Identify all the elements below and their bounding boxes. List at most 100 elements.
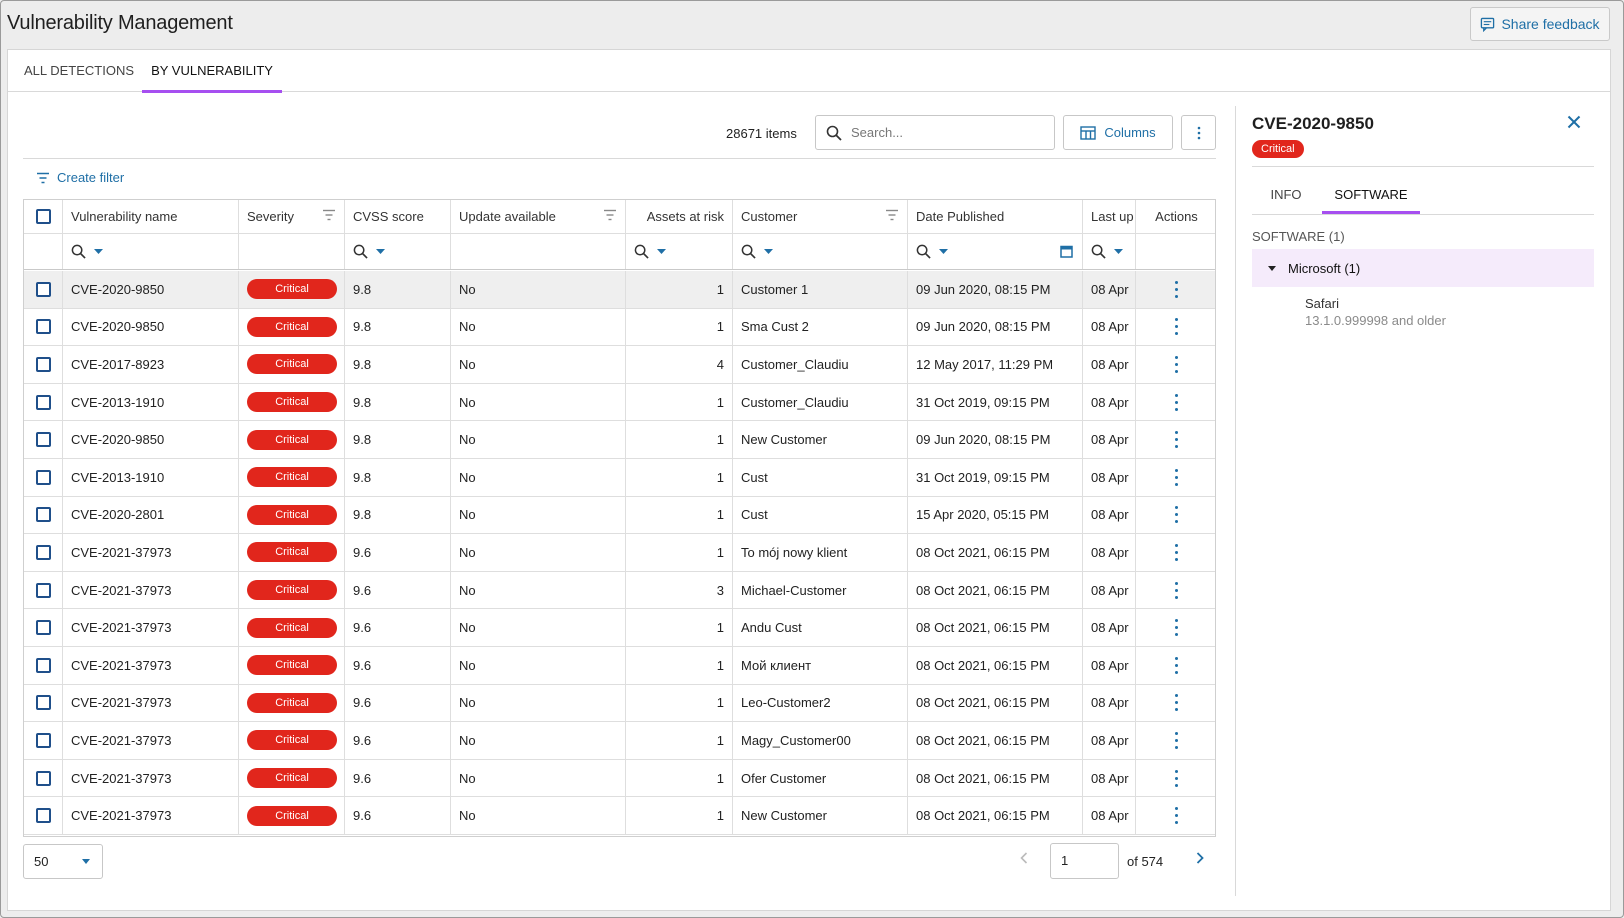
- row-checkbox[interactable]: [35, 732, 51, 748]
- column-header-cvss-score[interactable]: CVSS score: [345, 200, 451, 233]
- kebab-dot: [1175, 701, 1178, 705]
- vendor-group-row[interactable]: Microsoft (1): [1252, 249, 1594, 287]
- search-box[interactable]: [815, 115, 1055, 150]
- tab-info[interactable]: INFO: [1256, 176, 1316, 214]
- row-actions-icon[interactable]: [1175, 731, 1178, 749]
- table-row[interactable]: CVE-2021-37973 Critical 9.6 No 1 Мой клиент 08…: [24, 647, 1215, 685]
- table-row[interactable]: CVE-2020-9850 Critical 9.8 No 1 New Customer 0…: [24, 421, 1215, 459]
- calendar-icon[interactable]: [1060, 245, 1073, 258]
- table-row[interactable]: CVE-2017-8923 Critical 9.8 No 4 Customer_Clau…: [24, 346, 1215, 384]
- row-checkbox[interactable]: [35, 770, 51, 786]
- row-checkbox[interactable]: [35, 432, 51, 448]
- row-checkbox[interactable]: [35, 695, 51, 711]
- row-checkbox[interactable]: [35, 582, 51, 598]
- filter-date-published[interactable]: [908, 234, 1083, 269]
- more-options-button[interactable]: [1181, 115, 1216, 150]
- row-checkbox[interactable]: [35, 319, 51, 335]
- row-actions-icon[interactable]: [1175, 280, 1178, 298]
- row-checkbox[interactable]: [35, 469, 51, 485]
- row-actions-icon[interactable]: [1175, 769, 1178, 787]
- kebab-dot: [1175, 355, 1178, 359]
- last-updated-cell: 08 Apr: [1083, 271, 1136, 308]
- table-row[interactable]: CVE-2020-2801 Critical 9.8 No 1 Cust 15 Apr 20…: [24, 496, 1215, 535]
- update-available-cell: No: [451, 684, 626, 722]
- page-number-input[interactable]: 1: [1050, 843, 1119, 879]
- row-actions-icon[interactable]: [1175, 393, 1178, 411]
- severity-badge: Critical: [247, 316, 337, 337]
- table-row[interactable]: CVE-2020-9850 Critical 9.8 No 1 Customer 1 09 …: [24, 271, 1215, 309]
- filter-assets-at-risk[interactable]: [626, 234, 733, 269]
- table-row[interactable]: CVE-2021-37973 Critical 9.6 No 1 New Customer…: [24, 797, 1215, 835]
- share-feedback-button[interactable]: Share feedback: [1470, 7, 1610, 41]
- tab-software[interactable]: SOFTWARE: [1322, 176, 1420, 214]
- column-header-customer[interactable]: Customer: [733, 200, 908, 233]
- row-actions-icon[interactable]: [1175, 431, 1178, 449]
- tab-by-vulnerability[interactable]: BY VULNERABILITY: [142, 50, 282, 93]
- filter-cvss-score[interactable]: [345, 234, 451, 269]
- filter-cell-empty: [1136, 234, 1215, 269]
- select-all-checkbox[interactable]: [35, 209, 51, 224]
- kebab-dot: [1175, 694, 1178, 698]
- row-actions-icon[interactable]: [1175, 581, 1178, 599]
- close-icon[interactable]: [1567, 115, 1581, 129]
- column-header-date-published[interactable]: Date Published: [908, 200, 1083, 233]
- row-actions-icon[interactable]: [1175, 656, 1178, 674]
- row-select-cell: [24, 308, 63, 346]
- kebab-dot: [1175, 287, 1178, 291]
- create-filter-link[interactable]: Create filter: [36, 170, 124, 185]
- row-actions-icon[interactable]: [1175, 543, 1178, 561]
- column-header-assets-at-risk[interactable]: Assets at risk: [626, 200, 733, 233]
- table-row[interactable]: CVE-2021-37973 Critical 9.6 No 1 Ofer Custome…: [24, 759, 1215, 798]
- table-row[interactable]: CVE-2021-37973 Critical 9.6 No 3 Michael-Cust…: [24, 571, 1215, 610]
- column-header-severity[interactable]: Severity: [239, 200, 345, 233]
- row-checkbox[interactable]: [35, 620, 51, 636]
- filter-vulnerability-name[interactable]: [63, 234, 239, 269]
- row-actions-icon[interactable]: [1175, 355, 1178, 373]
- row-checkbox[interactable]: [35, 657, 51, 673]
- chevron-right-icon[interactable]: [1196, 852, 1204, 864]
- filter-icon[interactable]: [322, 209, 336, 221]
- row-checkbox[interactable]: [35, 544, 51, 560]
- severity-badge: Critical: [247, 429, 337, 450]
- kebab-dot: [1175, 670, 1178, 674]
- row-select-cell: [24, 609, 63, 646]
- page-size-select[interactable]: 50: [23, 844, 103, 879]
- search-input[interactable]: [849, 117, 1049, 148]
- cvss-score-cell: 9.6: [345, 571, 451, 609]
- table-row[interactable]: CVE-2021-37973 Critical 9.6 No 1 Leo-Customer…: [24, 684, 1215, 723]
- kebab-dot: [1175, 708, 1178, 712]
- filter-last-updated[interactable]: [1083, 234, 1136, 269]
- row-actions-icon[interactable]: [1175, 694, 1178, 712]
- date-published-cell: 09 Jun 2020, 08:15 PM: [908, 421, 1083, 458]
- severity-cell: Critical: [239, 346, 345, 383]
- row-actions-icon[interactable]: [1175, 619, 1178, 637]
- columns-button[interactable]: Columns: [1063, 115, 1173, 150]
- customer-cell: Customer_Claudiu: [733, 383, 908, 421]
- tab-all-detections[interactable]: ALL DETECTIONS: [16, 50, 142, 92]
- row-checkbox[interactable]: [35, 281, 51, 297]
- column-header-update-available[interactable]: Update available: [451, 200, 626, 233]
- table-row[interactable]: CVE-2021-37973 Critical 9.6 No 1 Andu Cust 08 …: [24, 609, 1215, 647]
- severity-badge: Critical: [247, 805, 337, 826]
- filter-icon[interactable]: [603, 209, 617, 221]
- filter-customer[interactable]: [733, 234, 908, 269]
- row-actions-icon[interactable]: [1175, 506, 1178, 524]
- table-row[interactable]: CVE-2013-1910 Critical 9.8 No 1 Customer_Clau…: [24, 383, 1215, 422]
- row-checkbox[interactable]: [35, 356, 51, 372]
- table-row[interactable]: CVE-2013-1910 Critical 9.8 No 1 Cust 31 Oct 20…: [24, 459, 1215, 497]
- row-actions-icon[interactable]: [1175, 318, 1178, 336]
- filter-icon[interactable]: [885, 209, 899, 221]
- column-header-severity-label: Severity: [247, 209, 294, 224]
- row-checkbox[interactable]: [35, 507, 51, 523]
- row-checkbox[interactable]: [35, 394, 51, 410]
- table-row[interactable]: CVE-2021-37973 Critical 9.6 No 1 To mój nowy …: [24, 534, 1215, 572]
- chevron-left-icon[interactable]: [1020, 852, 1028, 864]
- row-checkbox[interactable]: [35, 808, 51, 824]
- table-row[interactable]: CVE-2021-37973 Critical 9.6 No 1 Magy_Custome…: [24, 722, 1215, 760]
- row-actions-icon[interactable]: [1175, 807, 1178, 825]
- table-row[interactable]: CVE-2020-9850 Critical 9.8 No 1 Sma Cust 2 09 …: [24, 308, 1215, 347]
- column-header-vulnerability-name[interactable]: Vulnerability name: [63, 200, 239, 233]
- column-header-last-updated[interactable]: Last up: [1083, 200, 1136, 233]
- actions-cell: [1136, 271, 1215, 308]
- row-actions-icon[interactable]: [1175, 468, 1178, 486]
